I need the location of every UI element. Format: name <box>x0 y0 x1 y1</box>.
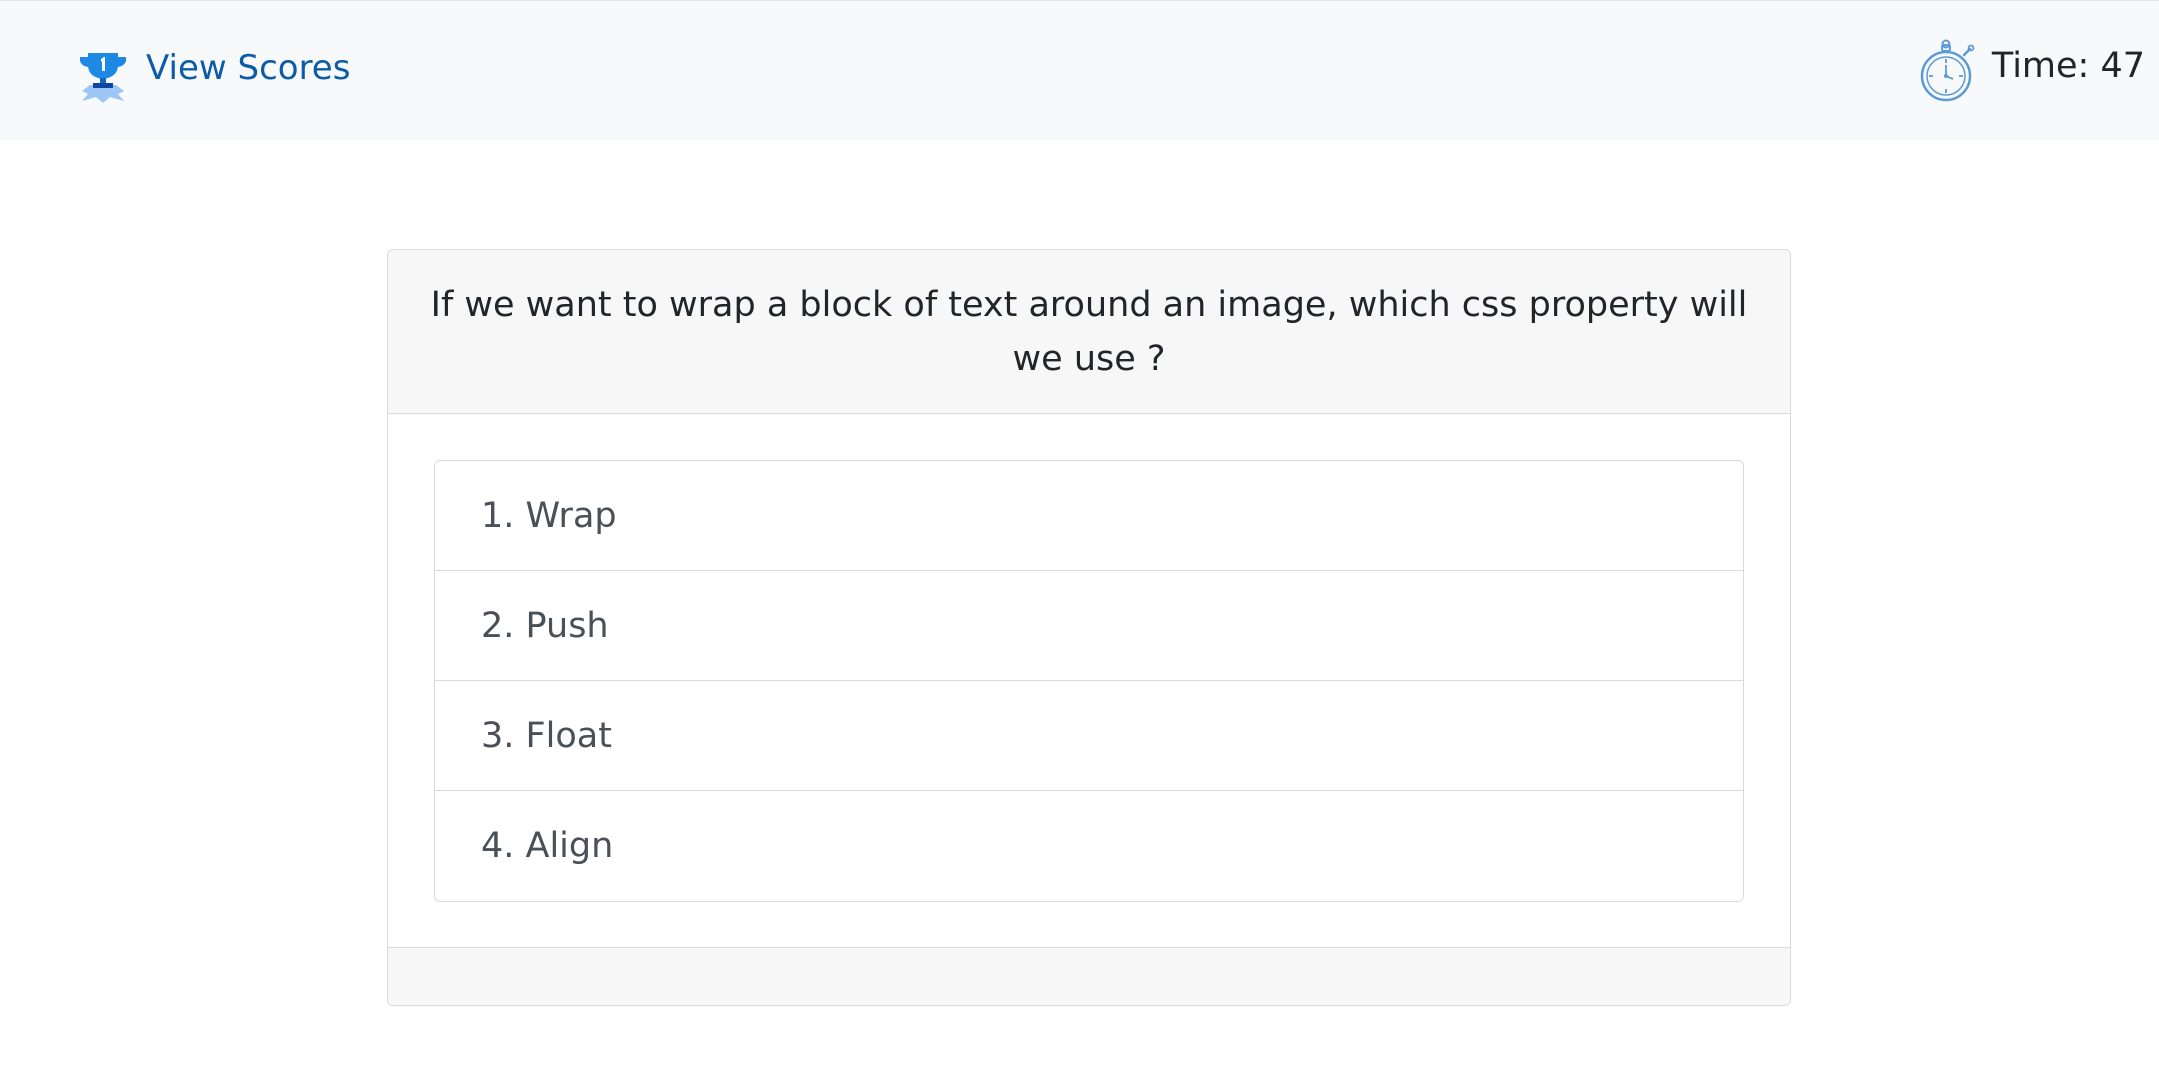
answer-option-2[interactable]: 2. Push <box>435 571 1743 681</box>
question-card: If we want to wrap a block of text aroun… <box>387 249 1791 1006</box>
answer-option-1[interactable]: 1. Wrap <box>435 461 1743 571</box>
view-scores-link[interactable]: View Scores <box>74 45 350 105</box>
timer-text: Time: 47 <box>1991 46 2145 86</box>
top-navbar: View Scores Time: 47 <box>0 0 2159 140</box>
card-footer <box>388 947 1790 1005</box>
question-text: If we want to wrap a block of text aroun… <box>430 284 1748 379</box>
view-scores-label: View Scores <box>146 48 351 88</box>
question-header: If we want to wrap a block of text aroun… <box>388 250 1790 414</box>
answers-body: 1. Wrap 2. Push 3. Float 4. Align <box>388 414 1790 902</box>
stopwatch-icon <box>1920 39 1975 102</box>
answer-option-4[interactable]: 4. Align <box>435 791 1743 901</box>
answer-list: 1. Wrap 2. Push 3. Float 4. Align <box>434 460 1744 902</box>
trophy-icon <box>80 53 126 103</box>
timer: Time: 47 <box>1918 39 2145 103</box>
answer-option-3[interactable]: 3. Float <box>435 681 1743 791</box>
